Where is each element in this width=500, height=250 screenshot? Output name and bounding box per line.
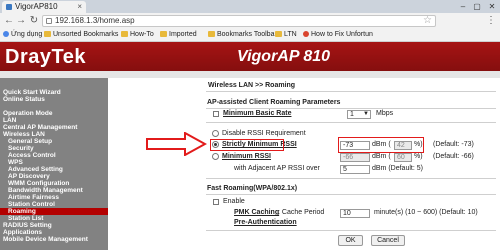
bookmark-star-icon[interactable]: ☆: [423, 15, 432, 27]
divider: [206, 230, 496, 231]
sidebar-item-wireless-lan[interactable]: Wireless LAN: [3, 131, 45, 138]
bookmark-ltn[interactable]: LTN: [275, 29, 297, 41]
min-rssi-label: Minimum RSSI: [222, 153, 272, 160]
pmk-cache-period-label: : Cache Period: [278, 209, 325, 216]
cancel-button[interactable]: Cancel: [371, 235, 405, 246]
sidebar-item-security[interactable]: Security: [8, 145, 34, 152]
pmk-cache-period-input[interactable]: 10: [340, 209, 370, 218]
header-bar: [0, 71, 500, 78]
forward-icon[interactable]: →: [15, 15, 27, 27]
url-text: 192.168.1.3/home.asp: [55, 16, 135, 25]
min-percent-input: 60: [394, 153, 412, 162]
router-header: DrayTek VigorAP 810: [0, 42, 500, 78]
window-close-icon[interactable]: ✕: [485, 0, 499, 13]
breadcrumb: Wireless LAN >> Roaming: [208, 82, 296, 89]
sidebar-item-airtime[interactable]: Airtime Fairness: [8, 194, 59, 201]
sidebar-item-wmm[interactable]: WMM Configuration: [8, 180, 69, 187]
annotation-arrow-icon: [146, 132, 207, 156]
sidebar-item-wps[interactable]: WPS: [8, 159, 23, 166]
divider: [206, 91, 496, 92]
sidebar-item-bandwidth[interactable]: Bandwidth Management: [8, 187, 83, 194]
fast-roaming-enable-checkbox[interactable]: [213, 199, 219, 205]
enable-label: Enable: [223, 198, 245, 205]
bookmark-apps[interactable]: Ứng dụng: [3, 29, 42, 41]
pmk-unit: minute(s) (10 ~ 600) (Default: 10): [374, 209, 478, 216]
minimize-icon[interactable]: –: [456, 0, 470, 13]
min-rssi-radio[interactable]: [212, 153, 219, 160]
reload-icon[interactable]: ↻: [28, 15, 40, 27]
sidebar-item-lan[interactable]: LAN: [3, 117, 16, 124]
back-icon[interactable]: ←: [3, 15, 15, 27]
adjacent-rssi-input[interactable]: 5: [340, 165, 370, 174]
sidebar-item-applications[interactable]: Applications: [3, 229, 42, 236]
min-rssi-input[interactable]: -66: [340, 153, 370, 162]
bookmarks-bar: Ứng dụng Unsorted Bookmarks How-To Impor…: [0, 29, 500, 42]
model-name: VigorAP 810: [237, 48, 331, 65]
adjacent-ap-label: with Adjacent AP RSSI over: [234, 165, 320, 172]
min-percent-close: %): [414, 153, 423, 160]
divider: [206, 122, 496, 123]
sidebar-item-roaming[interactable]: Roaming: [0, 208, 108, 215]
bookmark-toolbar[interactable]: Bookmarks Toolbar: [208, 29, 277, 41]
page-info-icon[interactable]: [46, 18, 52, 24]
min-basic-rate-checkbox[interactable]: [213, 111, 219, 117]
fast-roaming-section-title: Fast Roaming(WPA/802.1x): [207, 185, 298, 192]
tab-title: VigorAP810: [15, 2, 58, 11]
folder-icon: [160, 31, 167, 37]
browser-tab-strip: VigorAP810 × – ▢ ✕: [0, 0, 500, 13]
disable-rssi-radio[interactable]: [212, 130, 219, 137]
adjacent-unit: dBm (Default: 5): [372, 165, 423, 172]
highlight-box: [210, 139, 284, 151]
browser-tab[interactable]: VigorAP810 ×: [2, 1, 86, 13]
maximize-icon[interactable]: ▢: [470, 0, 484, 13]
highlight-box: [338, 137, 424, 153]
ok-button[interactable]: OK: [338, 235, 363, 246]
sidebar-item-operation-mode[interactable]: Operation Mode: [3, 110, 52, 117]
divider: [206, 178, 496, 179]
address-bar-row: ← → ↻ 192.168.1.3/home.asp ☆ ⋮: [0, 13, 500, 29]
min-dbm-label: dBm (: [372, 153, 391, 160]
browser-menu-icon[interactable]: ⋮: [486, 15, 496, 27]
dropdown-caret-icon: ▼: [363, 111, 369, 117]
sidebar-item-online-status[interactable]: Online Status: [3, 96, 45, 103]
main-content: Wireless LAN >> Roaming AP-assisted Clie…: [108, 78, 500, 250]
pmk-caching-label: PMK Caching: [234, 209, 280, 216]
strict-default: (Default: -73): [433, 141, 474, 148]
sidebar-item-radius[interactable]: RADIUS Setting: [3, 222, 52, 229]
min-basic-rate-label: Minimum Basic Rate: [223, 110, 292, 117]
url-input[interactable]: 192.168.1.3/home.asp ☆: [42, 15, 436, 27]
apps-icon: [3, 31, 9, 37]
sidebar-item-mobile-device[interactable]: Mobile Device Management: [3, 236, 88, 243]
sidebar-item-advanced-setting[interactable]: Advanced Setting: [8, 166, 63, 173]
min-basic-rate-select[interactable]: 1 ▼: [347, 110, 371, 119]
folder-icon: [208, 31, 215, 37]
sidebar-item-station-list[interactable]: Station List: [8, 215, 43, 222]
sidebar-item-access-control[interactable]: Access Control: [8, 152, 56, 159]
folder-icon: [275, 31, 282, 37]
sidebar-item-central-ap[interactable]: Central AP Management: [3, 124, 77, 131]
bookmark-howto[interactable]: How-To: [121, 29, 154, 41]
min-basic-rate-unit: Mbps: [376, 110, 394, 117]
bookmark-howtofix[interactable]: How to Fix Unfortun: [303, 29, 373, 41]
pre-authentication-label: Pre-Authentication: [234, 219, 297, 226]
min-default: (Default: -66): [433, 153, 474, 160]
sidebar-item-quick-start[interactable]: Quick Start Wizard: [3, 89, 61, 96]
bookmark-unsorted[interactable]: Unsorted Bookmarks: [44, 29, 118, 41]
bookmark-imported[interactable]: Imported: [160, 29, 197, 41]
sidebar-item-station-control[interactable]: Station Control: [8, 201, 55, 208]
ap-roaming-section-title: AP-assisted Client Roaming Parameters: [207, 99, 341, 106]
site-icon: [303, 31, 309, 37]
sidebar-item-ap-discovery[interactable]: AP Discovery: [8, 173, 50, 180]
folder-icon: [121, 31, 128, 37]
disable-rssi-label: Disable RSSI Requirement: [222, 130, 306, 137]
folder-icon: [44, 31, 51, 37]
favicon-icon: [6, 4, 12, 10]
sidebar: Quick Start Wizard Online Status Operati…: [0, 78, 108, 250]
draytek-logo: DrayTek: [5, 46, 86, 68]
tab-close-icon[interactable]: ×: [77, 2, 82, 12]
sidebar-item-general-setup[interactable]: General Setup: [8, 138, 52, 145]
divider: [206, 194, 496, 195]
